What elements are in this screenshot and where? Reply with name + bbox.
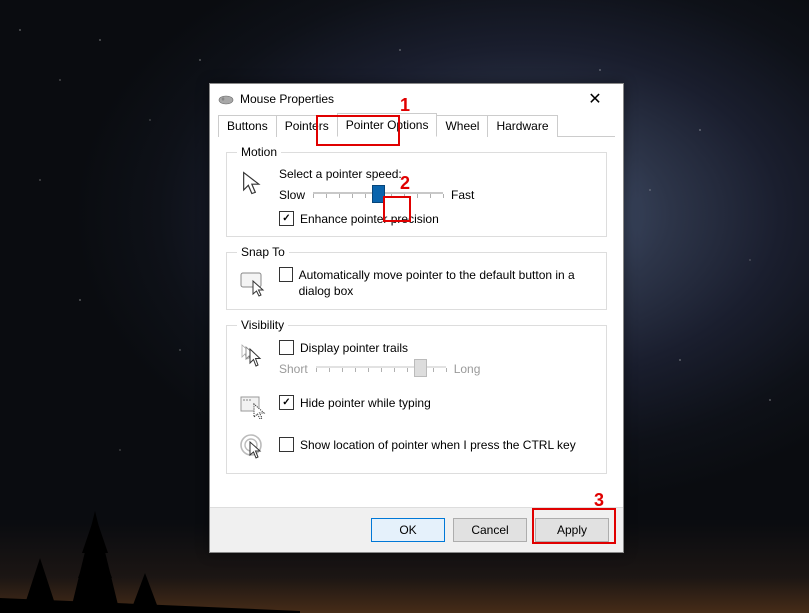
- motion-legend: Motion: [237, 145, 281, 159]
- pointer-trails-icon: [237, 340, 269, 372]
- fast-label: Fast: [451, 188, 474, 202]
- apply-button[interactable]: Apply: [535, 518, 609, 542]
- trails-slider: [316, 359, 446, 379]
- short-label: Short: [279, 362, 308, 376]
- slow-label: Slow: [279, 188, 305, 202]
- ctrl-locate-icon: [237, 431, 269, 463]
- snapto-icon: [237, 267, 269, 299]
- ctrl-locate-label: Show location of pointer when I press th…: [300, 438, 576, 452]
- mouse-properties-dialog: Mouse Properties ✕ Buttons Pointers Poin…: [209, 83, 624, 553]
- snapto-group: Snap To Automatically move pointer to th…: [226, 245, 607, 310]
- close-button[interactable]: ✕: [575, 89, 615, 109]
- tab-content: Motion Select a pointer speed: Slow Fast: [210, 137, 623, 507]
- visibility-group: Visibility Display pointer trails Short: [226, 318, 607, 474]
- enhance-precision-checkbox[interactable]: [279, 211, 294, 226]
- ok-button[interactable]: OK: [371, 518, 445, 542]
- trails-checkbox[interactable]: [279, 340, 294, 355]
- long-label: Long: [454, 362, 481, 376]
- pointer-speed-slider[interactable]: [313, 185, 443, 205]
- tab-buttons[interactable]: Buttons: [218, 115, 277, 137]
- dialog-footer: OK Cancel Apply: [210, 507, 623, 552]
- tab-pointers[interactable]: Pointers: [276, 115, 338, 137]
- tab-pointer-options[interactable]: Pointer Options: [337, 113, 438, 137]
- pointer-speed-label: Select a pointer speed:: [279, 167, 596, 181]
- mouse-icon: [218, 94, 234, 104]
- tabstrip: Buttons Pointers Pointer Options Wheel H…: [218, 114, 615, 137]
- trails-label: Display pointer trails: [300, 341, 408, 355]
- enhance-precision-label: Enhance pointer precision: [300, 212, 439, 226]
- ctrl-locate-checkbox[interactable]: [279, 437, 294, 452]
- snapto-legend: Snap To: [237, 245, 289, 259]
- hide-typing-icon: [237, 389, 269, 421]
- window-title: Mouse Properties: [240, 92, 575, 106]
- hide-typing-checkbox[interactable]: [279, 395, 294, 410]
- pointer-speed-icon: [237, 167, 269, 199]
- visibility-legend: Visibility: [237, 318, 288, 332]
- snapto-label: Automatically move pointer to the defaul…: [299, 267, 596, 299]
- cancel-button[interactable]: Cancel: [453, 518, 527, 542]
- motion-group: Motion Select a pointer speed: Slow Fast: [226, 145, 607, 237]
- tab-wheel[interactable]: Wheel: [436, 115, 488, 137]
- hide-typing-label: Hide pointer while typing: [300, 396, 431, 410]
- tab-hardware[interactable]: Hardware: [487, 115, 557, 137]
- snapto-checkbox[interactable]: [279, 267, 293, 282]
- titlebar: Mouse Properties ✕: [210, 84, 623, 114]
